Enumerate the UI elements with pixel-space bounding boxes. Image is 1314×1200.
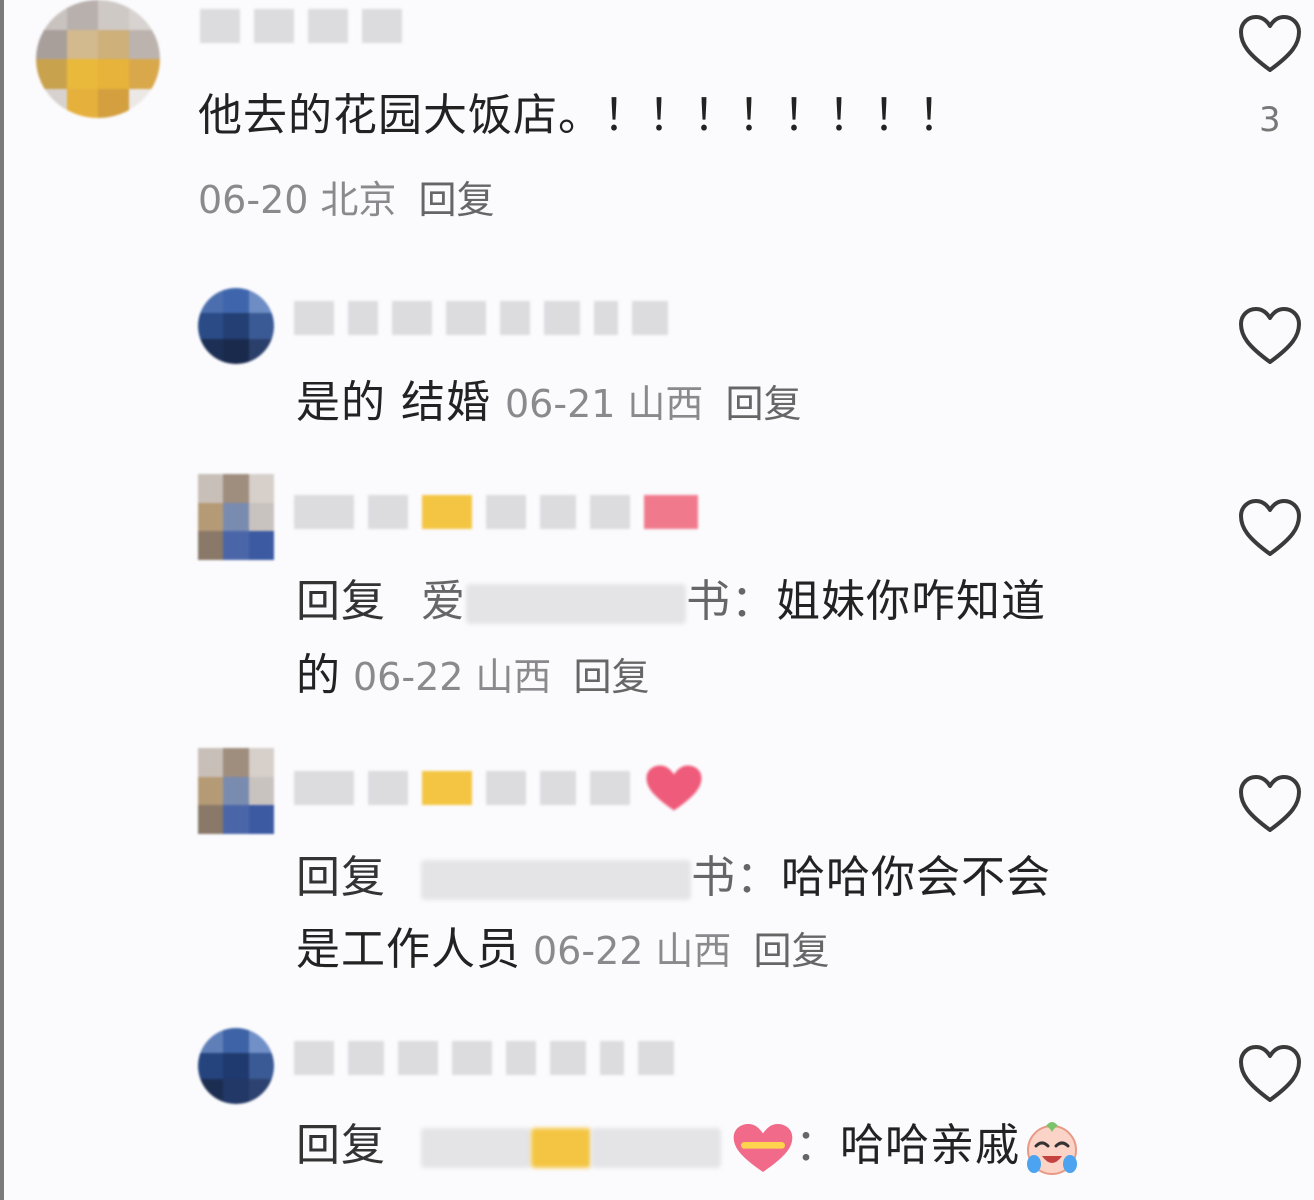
mention-name-blurred[interactable] bbox=[591, 1128, 721, 1168]
like-button[interactable] bbox=[1238, 774, 1302, 834]
like-button[interactable] bbox=[1238, 498, 1302, 558]
mention-name-end[interactable]: 书 bbox=[686, 576, 731, 627]
mention-colon: ： bbox=[731, 576, 776, 627]
crying-laugh-emoji-icon bbox=[1027, 1122, 1077, 1175]
reply-text: 姐妹你咋知道 bbox=[776, 576, 1046, 627]
reply-prefix: 回复 bbox=[296, 1120, 386, 1171]
comment-date: 06-22 bbox=[533, 929, 644, 973]
username-blurred[interactable] bbox=[294, 765, 704, 811]
comment-date: 06-21 bbox=[505, 382, 616, 426]
like-button[interactable] bbox=[1238, 14, 1302, 74]
reply-item: 回复 ：哈哈亲戚 bbox=[0, 1020, 1314, 1200]
username-blurred[interactable] bbox=[294, 298, 668, 338]
avatar[interactable] bbox=[198, 288, 274, 364]
reply-text: 是的 结婚 bbox=[296, 377, 491, 428]
like-count: 3 bbox=[1259, 100, 1281, 140]
reply-text: 哈哈你会不会 bbox=[781, 852, 1051, 903]
reply-button[interactable]: 回复 bbox=[753, 929, 829, 973]
mention-name-blurred[interactable] bbox=[466, 584, 686, 624]
like-button[interactable] bbox=[1238, 1044, 1302, 1104]
heart-outline-icon bbox=[1239, 307, 1301, 364]
mention-name-blurred[interactable] bbox=[421, 1128, 531, 1168]
username-blurred[interactable] bbox=[294, 492, 698, 532]
comment-location: 山西 bbox=[627, 382, 704, 426]
avatar[interactable] bbox=[198, 1028, 274, 1104]
comment-text: 他去的花园大饭店。！！！！！！！！ bbox=[198, 90, 963, 141]
username-blurred[interactable] bbox=[294, 1038, 674, 1078]
reply-text: 哈哈亲戚 bbox=[840, 1120, 1020, 1171]
heart-outline-icon bbox=[1239, 1045, 1301, 1102]
comment-location: 山西 bbox=[475, 655, 552, 699]
reply-text-line: 回复 书：哈哈你会不会 bbox=[296, 850, 1051, 906]
mention-name-blurred[interactable] bbox=[531, 1128, 591, 1168]
reply-item: 回复 书：哈哈你会不会 是工作人员 06-22 山西 回复 bbox=[0, 740, 1314, 1000]
reply-button[interactable]: 回复 bbox=[573, 655, 649, 699]
mention-name-start[interactable]: 爱 bbox=[421, 576, 466, 627]
heart-outline-icon bbox=[1239, 15, 1301, 72]
reply-text-line: 回复 ：哈哈亲戚 bbox=[296, 1118, 1080, 1176]
reply-text-line: 的 06-22 山西 回复 bbox=[296, 648, 649, 705]
reply-button[interactable]: 回复 bbox=[725, 382, 801, 426]
reply-prefix: 回复 bbox=[296, 576, 386, 627]
reply-text-line: 回复 爱 书：姐妹你咋知道 bbox=[296, 574, 1046, 630]
comment-meta: 06-20 北京 回复 bbox=[198, 172, 494, 228]
reply-prefix: 回复 bbox=[296, 852, 386, 903]
heart-emoji-icon bbox=[733, 1124, 793, 1172]
mention-colon: ： bbox=[736, 852, 781, 903]
reply-text-cont: 是工作人员 bbox=[296, 924, 521, 975]
reply-item: 是的 结婚 06-21 山西 回复 bbox=[0, 280, 1314, 440]
comment-location: 山西 bbox=[655, 929, 732, 973]
reply-text-line: 是工作人员 06-22 山西 回复 bbox=[296, 922, 829, 979]
reply-text-line: 是的 结婚 06-21 山西 回复 bbox=[296, 375, 801, 432]
heart-emoji-icon bbox=[646, 765, 702, 811]
mention-name-blurred[interactable] bbox=[421, 860, 691, 900]
heart-outline-icon bbox=[1239, 775, 1301, 832]
avatar[interactable] bbox=[198, 474, 274, 560]
heart-outline-icon bbox=[1239, 499, 1301, 556]
reply-item: 回复 爱书：姐妹你咋知道 的 06-22 山西 回复 bbox=[0, 462, 1314, 722]
mention-colon: ： bbox=[795, 1120, 840, 1171]
reply-text-cont: 的 bbox=[296, 650, 341, 701]
username-blurred[interactable] bbox=[200, 6, 402, 46]
comment-date: 06-22 bbox=[353, 655, 464, 699]
comment-date: 06-20 bbox=[198, 178, 309, 222]
avatar[interactable] bbox=[198, 748, 274, 834]
reply-button[interactable]: 回复 bbox=[418, 178, 494, 222]
comment-item: 他去的花园大饭店。！！！！！！！！ 06-20 北京 回复 3 bbox=[0, 0, 1314, 240]
avatar[interactable] bbox=[36, 0, 160, 118]
mention-name-end[interactable]: 书 bbox=[691, 852, 736, 903]
comment-location: 北京 bbox=[320, 178, 397, 222]
like-button[interactable] bbox=[1238, 306, 1302, 366]
